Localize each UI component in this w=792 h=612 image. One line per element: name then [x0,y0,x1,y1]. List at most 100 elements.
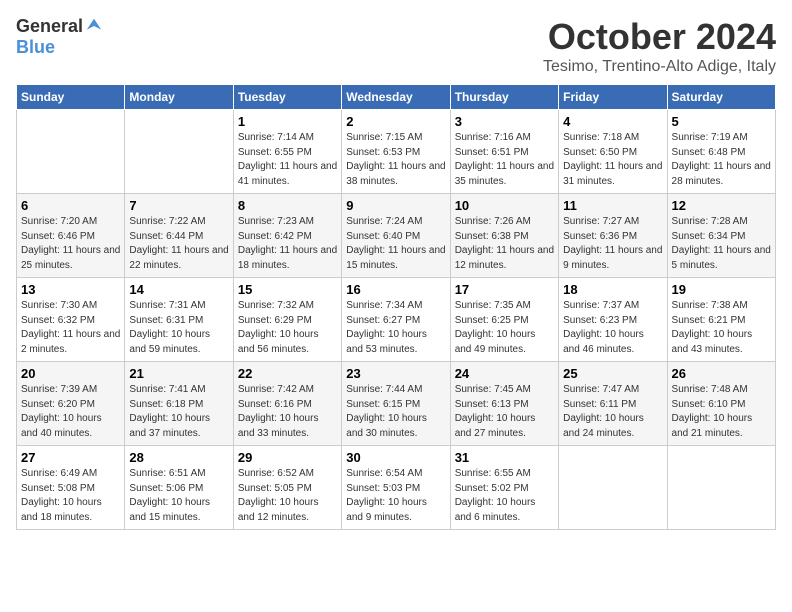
day-number: 9 [346,198,445,213]
calendar-cell [667,446,775,530]
header-wednesday: Wednesday [342,85,450,110]
day-info: Sunrise: 7:22 AMSunset: 6:44 PMDaylight:… [129,215,228,273]
day-info: Sunrise: 6:55 AMSunset: 5:02 PMDaylight:… [455,467,554,525]
header: General Blue October 2024 Tesimo, Trenti… [16,16,776,76]
day-number: 13 [21,282,120,297]
day-info: Sunrise: 7:48 AMSunset: 6:10 PMDaylight:… [672,383,771,441]
day-info: Sunrise: 7:19 AMSunset: 6:48 PMDaylight:… [672,131,771,189]
day-number: 15 [238,282,337,297]
day-number: 6 [21,198,120,213]
logo: General Blue [16,16,103,58]
calendar-cell: 29Sunrise: 6:52 AMSunset: 5:05 PMDayligh… [233,446,341,530]
day-info: Sunrise: 7:20 AMSunset: 6:46 PMDaylight:… [21,215,120,273]
day-info: Sunrise: 7:24 AMSunset: 6:40 PMDaylight:… [346,215,445,273]
calendar-cell: 9 Sunrise: 7:24 AMSunset: 6:40 PMDaylight… [342,194,450,278]
day-number: 23 [346,366,445,381]
day-info: Sunrise: 7:45 AMSunset: 6:13 PMDaylight:… [455,383,554,441]
day-info: Sunrise: 7:16 AMSunset: 6:51 PMDaylight:… [455,131,554,189]
day-number: 3 [455,114,554,129]
week-row-2: 6 Sunrise: 7:20 AMSunset: 6:46 PMDaylight… [17,194,776,278]
title-area: October 2024 Tesimo, Trentino-Alto Adige… [543,16,776,76]
header-friday: Friday [559,85,667,110]
day-number: 1 [238,114,337,129]
day-info: Sunrise: 7:32 AMSunset: 6:29 PMDaylight:… [238,299,337,357]
calendar-cell: 1Sunrise: 7:14 AMSunset: 6:55 PMDaylight… [233,110,341,194]
calendar-cell: 25Sunrise: 7:47 AMSunset: 6:11 PMDayligh… [559,362,667,446]
day-number: 10 [455,198,554,213]
calendar-cell [559,446,667,530]
header-saturday: Saturday [667,85,775,110]
calendar-cell: 31 Sunrise: 6:55 AMSunset: 5:02 PMDayligh… [450,446,558,530]
day-info: Sunrise: 7:28 AMSunset: 6:34 PMDaylight:… [672,215,771,273]
day-info: Sunrise: 7:34 AMSunset: 6:27 PMDaylight:… [346,299,445,357]
day-number: 31 [455,450,554,465]
week-row-1: 1Sunrise: 7:14 AMSunset: 6:55 PMDaylight… [17,110,776,194]
day-info: Sunrise: 7:26 AMSunset: 6:38 PMDaylight:… [455,215,554,273]
header-tuesday: Tuesday [233,85,341,110]
calendar-cell: 5 Sunrise: 7:19 AMSunset: 6:48 PMDaylight… [667,110,775,194]
day-number: 2 [346,114,445,129]
day-number: 28 [129,450,228,465]
logo-blue-text: Blue [16,37,55,58]
day-number: 14 [129,282,228,297]
calendar-header-row: SundayMondayTuesdayWednesdayThursdayFrid… [17,85,776,110]
day-info: Sunrise: 7:41 AMSunset: 6:18 PMDaylight:… [129,383,228,441]
day-info: Sunrise: 6:51 AMSunset: 5:06 PMDaylight:… [129,467,228,525]
logo-bird-icon [85,17,103,35]
day-number: 17 [455,282,554,297]
calendar-cell: 18Sunrise: 7:37 AMSunset: 6:23 PMDayligh… [559,278,667,362]
calendar-cell: 14 Sunrise: 7:31 AMSunset: 6:31 PMDayligh… [125,278,233,362]
day-info: Sunrise: 7:15 AMSunset: 6:53 PMDaylight:… [346,131,445,189]
week-row-4: 20Sunrise: 7:39 AMSunset: 6:20 PMDayligh… [17,362,776,446]
day-number: 7 [129,198,228,213]
day-number: 5 [672,114,771,129]
header-thursday: Thursday [450,85,558,110]
calendar-cell: 28 Sunrise: 6:51 AMSunset: 5:06 PMDayligh… [125,446,233,530]
calendar-cell: 22Sunrise: 7:42 AMSunset: 6:16 PMDayligh… [233,362,341,446]
day-number: 16 [346,282,445,297]
calendar-cell: 10 Sunrise: 7:26 AMSunset: 6:38 PMDayligh… [450,194,558,278]
header-sunday: Sunday [17,85,125,110]
calendar-cell: 24 Sunrise: 7:45 AMSunset: 6:13 PMDayligh… [450,362,558,446]
calendar-cell: 4 Sunrise: 7:18 AMSunset: 6:50 PMDaylight… [559,110,667,194]
day-info: Sunrise: 7:31 AMSunset: 6:31 PMDaylight:… [129,299,228,357]
calendar-cell: 6 Sunrise: 7:20 AMSunset: 6:46 PMDaylight… [17,194,125,278]
day-info: Sunrise: 7:44 AMSunset: 6:15 PMDaylight:… [346,383,445,441]
calendar-cell: 11Sunrise: 7:27 AMSunset: 6:36 PMDayligh… [559,194,667,278]
calendar-cell [125,110,233,194]
calendar-cell [17,110,125,194]
day-info: Sunrise: 7:30 AMSunset: 6:32 PMDaylight:… [21,299,120,357]
calendar-cell: 23 Sunrise: 7:44 AMSunset: 6:15 PMDayligh… [342,362,450,446]
calendar-cell: 20Sunrise: 7:39 AMSunset: 6:20 PMDayligh… [17,362,125,446]
day-number: 4 [563,114,662,129]
day-number: 21 [129,366,228,381]
calendar-cell: 16 Sunrise: 7:34 AMSunset: 6:27 PMDayligh… [342,278,450,362]
day-number: 8 [238,198,337,213]
day-number: 24 [455,366,554,381]
day-number: 12 [672,198,771,213]
logo-general-text: General [16,16,83,37]
day-info: Sunrise: 7:37 AMSunset: 6:23 PMDaylight:… [563,299,662,357]
day-info: Sunrise: 6:49 AMSunset: 5:08 PMDaylight:… [21,467,120,525]
day-info: Sunrise: 7:18 AMSunset: 6:50 PMDaylight:… [563,131,662,189]
week-row-5: 27Sunrise: 6:49 AMSunset: 5:08 PMDayligh… [17,446,776,530]
calendar-cell: 13 Sunrise: 7:30 AMSunset: 6:32 PMDayligh… [17,278,125,362]
calendar-cell: 30Sunrise: 6:54 AMSunset: 5:03 PMDayligh… [342,446,450,530]
day-info: Sunrise: 7:47 AMSunset: 6:11 PMDaylight:… [563,383,662,441]
day-info: Sunrise: 7:35 AMSunset: 6:25 PMDaylight:… [455,299,554,357]
month-title: October 2024 [543,16,776,58]
calendar-cell: 19 Sunrise: 7:38 AMSunset: 6:21 PMDayligh… [667,278,775,362]
calendar-cell: 15 Sunrise: 7:32 AMSunset: 6:29 PMDayligh… [233,278,341,362]
day-info: Sunrise: 6:52 AMSunset: 5:05 PMDaylight:… [238,467,337,525]
day-info: Sunrise: 7:27 AMSunset: 6:36 PMDaylight:… [563,215,662,273]
day-info: Sunrise: 7:42 AMSunset: 6:16 PMDaylight:… [238,383,337,441]
day-number: 19 [672,282,771,297]
calendar-cell: 27Sunrise: 6:49 AMSunset: 5:08 PMDayligh… [17,446,125,530]
day-info: Sunrise: 6:54 AMSunset: 5:03 PMDaylight:… [346,467,445,525]
calendar-cell: 7 Sunrise: 7:22 AMSunset: 6:44 PMDaylight… [125,194,233,278]
day-info: Sunrise: 7:38 AMSunset: 6:21 PMDaylight:… [672,299,771,357]
calendar-cell: 26Sunrise: 7:48 AMSunset: 6:10 PMDayligh… [667,362,775,446]
calendar-table: SundayMondayTuesdayWednesdayThursdayFrid… [16,84,776,530]
calendar-cell: 17 Sunrise: 7:35 AMSunset: 6:25 PMDayligh… [450,278,558,362]
calendar-cell: 8Sunrise: 7:23 AMSunset: 6:42 PMDaylight… [233,194,341,278]
